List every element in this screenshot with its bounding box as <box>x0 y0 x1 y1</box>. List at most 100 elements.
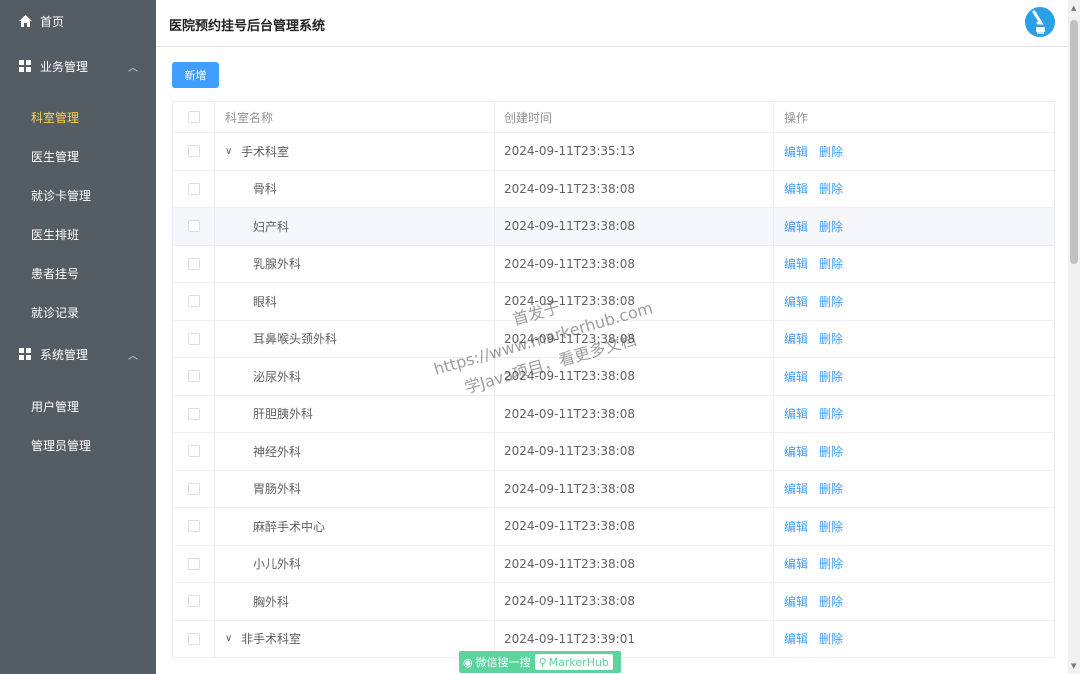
department-name: 小儿外科 <box>253 557 302 572</box>
table-row: 胃肠外科 2024-09-11T23:38:08 编辑 删除 <box>173 470 1054 508</box>
delete-button[interactable]: 删除 <box>819 593 843 610</box>
delete-button[interactable]: 删除 <box>819 143 843 160</box>
sidebar-group-system[interactable]: 系统管理 ︿ <box>0 334 156 374</box>
select-all-checkbox[interactable] <box>187 111 200 123</box>
row-checkbox[interactable] <box>187 295 200 308</box>
header: 医院预约挂号后台管理系统 <box>156 0 1068 47</box>
row-checkbox[interactable] <box>187 520 200 533</box>
delete-button[interactable]: 删除 <box>819 630 843 647</box>
delete-button[interactable]: 删除 <box>819 180 843 197</box>
grid-icon <box>18 347 32 361</box>
department-name: 肝胆胰外科 <box>253 407 314 422</box>
sidebar-item-admins[interactable]: 管理员管理 <box>0 426 156 465</box>
avatar[interactable] <box>1024 6 1056 38</box>
table-row: 乳腺外科 2024-09-11T23:38:08 编辑 删除 <box>173 245 1054 283</box>
delete-button[interactable]: 删除 <box>819 518 843 535</box>
row-checkbox[interactable] <box>187 407 200 420</box>
row-checkbox[interactable] <box>187 220 200 233</box>
scrollbar[interactable]: ▲ ▼ <box>1068 0 1080 674</box>
delete-button[interactable]: 删除 <box>819 255 843 272</box>
edit-button[interactable]: 编辑 <box>784 218 808 235</box>
row-checkbox[interactable] <box>187 145 200 158</box>
column-header-name: 科室名称 <box>215 102 495 132</box>
table-row: 胸外科 2024-09-11T23:38:08 编辑 删除 <box>173 583 1054 621</box>
sidebar-item-medical-card[interactable]: 就诊卡管理 <box>0 176 156 215</box>
row-checkbox[interactable] <box>187 557 200 570</box>
edit-button[interactable]: 编辑 <box>784 405 808 422</box>
logo-icon <box>1025 7 1055 37</box>
sidebar-item-home[interactable]: 首页 <box>0 1 156 41</box>
delete-button[interactable]: 删除 <box>819 293 843 310</box>
edit-button[interactable]: 编辑 <box>784 180 808 197</box>
table-row: 小儿外科 2024-09-11T23:38:08 编辑 删除 <box>173 545 1054 583</box>
table-row: 耳鼻喉头颈外科 2024-09-11T23:38:08 编辑 删除 <box>173 320 1054 358</box>
department-name: 眼科 <box>253 294 278 309</box>
delete-button[interactable]: 删除 <box>819 443 843 460</box>
add-button[interactable]: 新增 <box>172 62 219 88</box>
scroll-up-icon[interactable]: ▲ <box>1071 4 1076 12</box>
row-checkbox[interactable] <box>187 182 200 195</box>
department-name: 胸外科 <box>253 594 290 609</box>
scrollbar-thumb[interactable] <box>1070 20 1078 264</box>
delete-button[interactable]: 删除 <box>819 218 843 235</box>
delete-button[interactable]: 删除 <box>819 368 843 385</box>
edit-button[interactable]: 编辑 <box>784 593 808 610</box>
edit-button[interactable]: 编辑 <box>784 480 808 497</box>
edit-button[interactable]: 编辑 <box>784 555 808 572</box>
chevron-down-icon[interactable]: ∨ <box>225 633 237 644</box>
edit-button[interactable]: 编辑 <box>784 518 808 535</box>
row-checkbox[interactable] <box>187 482 200 495</box>
edit-button[interactable]: 编辑 <box>784 293 808 310</box>
edit-button[interactable]: 编辑 <box>784 443 808 460</box>
sidebar-item-registration[interactable]: 患者挂号 <box>0 254 156 293</box>
edit-button[interactable]: 编辑 <box>784 143 808 160</box>
search-icon: ⚲ <box>538 655 547 669</box>
delete-button[interactable]: 删除 <box>819 330 843 347</box>
scroll-down-icon[interactable]: ▼ <box>1071 662 1076 670</box>
created-time: 2024-09-11T23:35:13 <box>495 133 774 170</box>
row-checkbox[interactable] <box>187 370 200 383</box>
created-time: 2024-09-11T23:38:08 <box>495 245 774 282</box>
created-time: 2024-09-11T23:38:08 <box>495 508 774 545</box>
table-row: 肝胆胰外科 2024-09-11T23:38:08 编辑 删除 <box>173 395 1054 433</box>
sidebar-item-doctor[interactable]: 医生管理 <box>0 137 156 176</box>
grid-icon <box>18 59 32 73</box>
row-checkbox[interactable] <box>187 257 200 270</box>
sidebar-item-department[interactable]: 科室管理 <box>0 98 156 137</box>
row-checkbox[interactable] <box>187 595 200 608</box>
sidebar-group-business[interactable]: 业务管理 ︿ <box>0 46 156 86</box>
delete-button[interactable]: 删除 <box>819 480 843 497</box>
page-title: 医院预约挂号后台管理系统 <box>169 19 326 34</box>
table-row: 神经外科 2024-09-11T23:38:08 编辑 删除 <box>173 433 1054 471</box>
department-table: 科室名称 创建时间 操作 ∨ 手术科室 2024-09-11T23:35:13 编辑删… <box>172 101 1055 658</box>
created-time: 2024-09-11T23:38:08 <box>495 170 774 207</box>
home-icon <box>18 14 32 28</box>
row-checkbox[interactable] <box>187 445 200 458</box>
sidebar-group-label: 系统管理 <box>40 347 89 362</box>
department-name: 手术科室 <box>241 144 290 159</box>
edit-button[interactable]: 编辑 <box>784 368 808 385</box>
table-row: 麻醉手术中心 2024-09-11T23:38:08 编辑 删除 <box>173 508 1054 546</box>
department-name: 非手术科室 <box>241 632 302 647</box>
row-checkbox[interactable] <box>187 632 200 645</box>
sidebar-item-visit-record[interactable]: 就诊记录 <box>0 293 156 332</box>
chevron-down-icon[interactable]: ∨ <box>225 146 237 157</box>
sidebar: 首页 业务管理 ︿ 科室管理 医生管理 就诊卡管理 医生排班 患者挂号 就诊记录… <box>0 0 156 674</box>
edit-button[interactable]: 编辑 <box>784 630 808 647</box>
delete-button[interactable]: 删除 <box>819 405 843 422</box>
edit-button[interactable]: 编辑 <box>784 330 808 347</box>
table-row: 泌尿外科 2024-09-11T23:38:08 编辑 删除 <box>173 358 1054 396</box>
delete-button[interactable]: 删除 <box>819 555 843 572</box>
sidebar-item-users[interactable]: 用户管理 <box>0 387 156 426</box>
edit-button[interactable]: 编辑 <box>784 255 808 272</box>
department-name: 乳腺外科 <box>253 257 302 272</box>
sidebar-item-schedule[interactable]: 医生排班 <box>0 215 156 254</box>
department-name: 骨科 <box>253 182 278 197</box>
row-checkbox[interactable] <box>187 332 200 345</box>
table-body: ∨ 手术科室 2024-09-11T23:35:13 编辑 删除 骨科 2024-09-11… <box>173 133 1054 658</box>
created-time: 2024-09-11T23:38:08 <box>495 433 774 470</box>
department-name: 耳鼻喉头颈外科 <box>253 332 338 347</box>
watermark-badge: ◉ 微信搜一搜 ⚲ MarkerHub <box>459 651 621 673</box>
table-row: 眼科 2024-09-11T23:38:08 编辑 删除 <box>173 283 1054 321</box>
column-header-actions: 操作 <box>784 110 809 125</box>
